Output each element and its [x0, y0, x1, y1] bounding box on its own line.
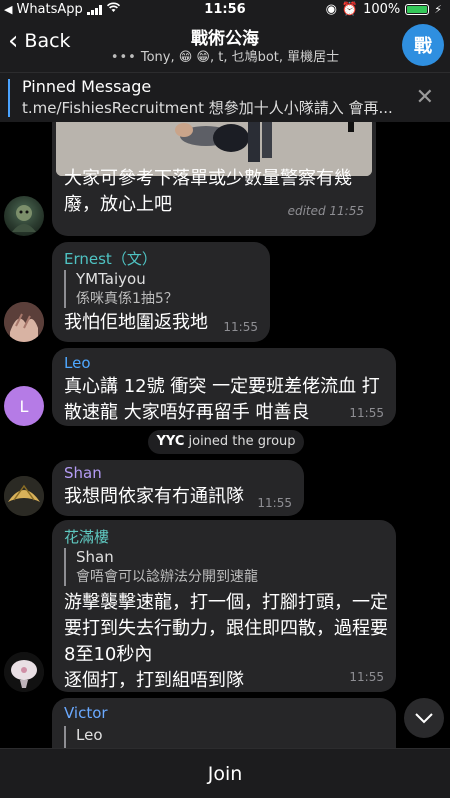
battery-percent: 100%: [363, 2, 401, 17]
members-typing: Tony, 😁 😁, t, 乜鳩bot, 單機居士: [140, 50, 340, 65]
sender-name: Victor: [64, 704, 108, 722]
chat-header: ‹ Back 戰術公海 ••• Tony, 😁 😁, t, 乜鳩bot, 單機居士…: [0, 20, 450, 72]
message-time: 11:55: [223, 320, 258, 334]
message-text: 真心講 12號 衝突 一定要班差佬流血 打散速龍 大家唔好再留手 咁善良: [64, 376, 380, 423]
sender-name: 花滿樓: [64, 528, 110, 546]
alarm-icon: ⏰: [341, 2, 359, 17]
group-avatar[interactable]: 戰: [402, 24, 444, 66]
message-bubble[interactable]: Leo 真心講 12號 衝突 一定要班差佬流血 打散速龍 大家唔好再留手 咁善良…: [52, 348, 396, 426]
message-bubble[interactable]: Ernest（文） YMTaiyou 係咪真係1抽5？ 我怕佢地圍返我地 11:…: [52, 242, 270, 342]
message-time: 11:55: [349, 406, 384, 420]
join-button[interactable]: Join: [0, 748, 450, 798]
battery-fill: [407, 6, 428, 13]
reply-sender: YMTaiyou: [76, 270, 146, 288]
typing-dots-icon: •••: [110, 50, 137, 65]
avatar[interactable]: [4, 196, 44, 236]
sender-name: Ernest（文）: [64, 250, 157, 268]
reply-sender: Shan: [76, 548, 114, 566]
chevron-down-icon: [415, 713, 433, 724]
status-right: ◉ ⏰ 100% ⚡: [326, 2, 442, 17]
reply-preview[interactable]: Leo: [64, 726, 103, 748]
message-text: 我想問依家有冇通訊隊: [64, 486, 244, 507]
avatar[interactable]: L: [4, 386, 44, 426]
avatar-letter: L: [19, 396, 29, 416]
avatar[interactable]: [4, 476, 44, 516]
message-text: 我怕佢地圍返我地: [64, 312, 208, 333]
charging-icon: ⚡: [434, 3, 442, 16]
message-bubble[interactable]: Shan 我想問依家有冇通訊隊 11:55: [52, 460, 304, 516]
message-list[interactable]: 大家可參考下落單或少數量警察有幾廢，放心上吧 edited 11:55 Erne…: [0, 122, 450, 748]
system-message: YYC joined the group: [148, 430, 304, 454]
pinned-accent-bar: [8, 79, 10, 117]
joined-text: joined the group: [188, 434, 296, 449]
reply-text: 會唔會可以諗辦法分開到速龍: [76, 569, 258, 585]
message-time: edited 11:55: [287, 204, 364, 218]
orientation-lock-icon: ◉: [325, 2, 337, 17]
reply-preview[interactable]: Shan 會唔會可以諗辦法分開到速龍: [64, 548, 258, 586]
message-time: 11:55: [349, 670, 384, 684]
reply-preview[interactable]: YMTaiyou 係咪真係1抽5？: [64, 270, 178, 308]
sender-name: Leo: [64, 354, 91, 372]
avatar[interactable]: [4, 302, 44, 342]
reply-text: 係咪真係1抽5？: [76, 291, 178, 307]
status-bar: ◀ WhatsApp 11:56 ◉ ⏰ 100% ⚡: [0, 0, 450, 20]
message-bubble[interactable]: Victor Leo: [52, 698, 396, 748]
sender-name: Shan: [64, 464, 102, 482]
scroll-down-button[interactable]: [404, 698, 444, 738]
chat-subtitle: ••• Tony, 😁 😁, t, 乜鳩bot, 單機居士: [0, 46, 450, 65]
close-icon[interactable]: ✕: [416, 85, 434, 110]
pinned-text: t.me/FishiesRecruitment 想參加十人小隊請入 會再...: [22, 99, 393, 117]
message-bubble[interactable]: 花滿樓 Shan 會唔會可以諗辦法分開到速龍 游擊襲擊速龍，打一個，打腳打頭，一…: [52, 520, 396, 692]
pinned-message[interactable]: Pinned Message t.me/FishiesRecruitment 想…: [0, 72, 450, 122]
message-bubble[interactable]: 大家可參考下落單或少數量警察有幾廢，放心上吧 edited 11:55: [52, 122, 376, 236]
message-time: 11:55: [257, 496, 292, 510]
message-text: 游擊襲擊速龍，打一個，打腳打頭，一定要打到失去行動力，跟住即四散，過程要8至10…: [64, 592, 388, 691]
reply-sender: Leo: [76, 726, 103, 744]
pinned-label: Pinned Message: [22, 77, 152, 96]
battery-icon: [405, 4, 430, 15]
joined-user: YYC: [156, 434, 185, 449]
avatar[interactable]: [4, 652, 44, 692]
